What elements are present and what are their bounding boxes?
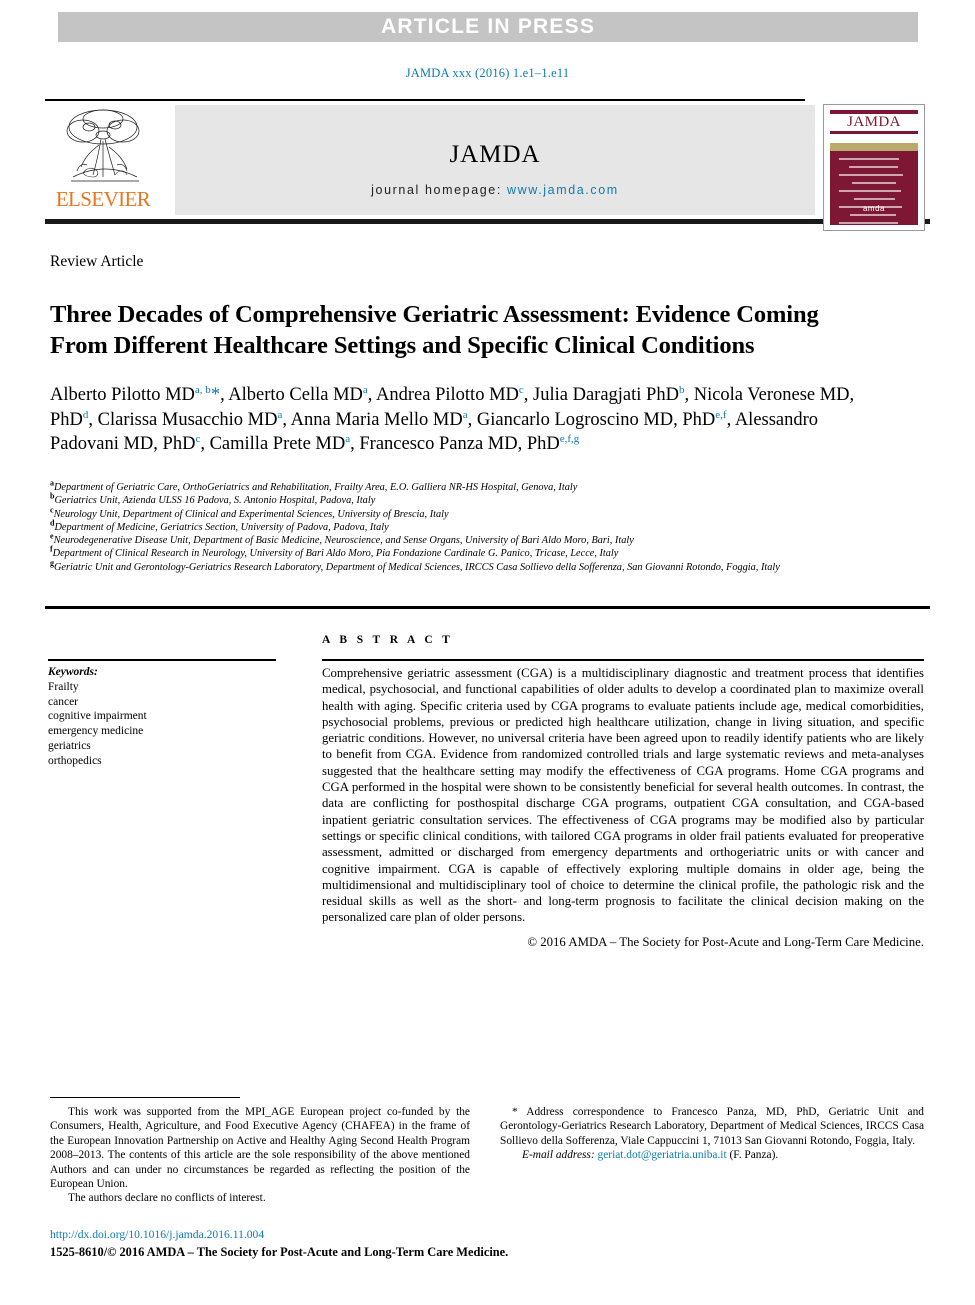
affiliation-text: Neurodegenerative Disease Unit, Departme… (53, 535, 634, 547)
affiliation-text: Neurology Unit, Department of Clinical a… (53, 508, 449, 520)
email-owner: (F. Panza). (729, 1149, 779, 1162)
keyword-item: emergency medicine (48, 725, 144, 738)
affiliation-text: Department of Clinical Research in Neuro… (52, 548, 619, 560)
affiliation-item: gGeriatric Unit and Gerontology-Geriatri… (50, 559, 850, 574)
keywords-block: Keywords: Frailty cancer cognitive impairm… (48, 665, 298, 769)
elsevier-tree-icon (66, 109, 140, 182)
email-note: E-mail address: geriat.dot@geriatria.uni… (500, 1148, 924, 1162)
journal-homepage-line: journal homepage: www.jamda.com (175, 183, 815, 197)
jamda-wordmark: JAMDA (449, 141, 541, 168)
abstract-copyright: © 2016 AMDA – The Society for Post-Acute… (527, 935, 924, 949)
keywords-heading: Keywords: (48, 666, 98, 678)
page-title: Three Decades of Comprehensive Geriatric… (50, 301, 819, 360)
footnote-right-column: * Address correspondence to Francesco Pa… (500, 1105, 924, 1163)
keyword-item: cognitive impairment (48, 710, 147, 723)
correspondence-note: * Address correspondence to Francesco Pa… (500, 1106, 924, 1147)
keyword-item: Frailty (48, 680, 79, 693)
affiliation-list: aDepartment of Geriatric Care, OrthoGeri… (50, 479, 850, 574)
cover-amda-logo: amda (862, 204, 885, 213)
issn-copyright-line: 1525-8610/© 2016 AMDA – The Society for … (50, 1245, 509, 1259)
funding-note: This work was supported from the MPI_AGE… (50, 1106, 470, 1191)
affiliation-item: dDepartment of Medicine, Geriatrics Sect… (50, 519, 850, 534)
affiliation-text: Department of Geriatric Care, OrthoGeria… (54, 482, 578, 493)
affiliation-item: aDepartment of Geriatric Care, OrthoGeri… (50, 479, 850, 494)
masthead-top-rule (45, 99, 805, 101)
article-type-label: Review Article (50, 253, 144, 270)
affiliation-item: eNeurodegenerative Disease Unit, Departm… (50, 532, 850, 547)
affiliation-item: cNeurology Unit, Department of Clinical … (50, 506, 850, 521)
footnote-left-column: This work was supported from the MPI_AGE… (50, 1105, 470, 1206)
homepage-label: journal homepage: (371, 183, 502, 197)
abstract-section-top-rule (45, 606, 930, 609)
keyword-item: geriatrics (48, 739, 91, 752)
abstract-rule (322, 659, 924, 661)
affiliation-text: Geriatrics Unit, Azienda ULSS 16 Padova,… (54, 495, 376, 507)
elsevier-wordmark: ELSEVIER (55, 187, 151, 211)
conflicts-note: The authors declare no conflicts of inte… (68, 1192, 266, 1205)
homepage-url-link[interactable]: www.jamda.com (507, 183, 619, 197)
running-citation: JAMDA xxx (2016) 1.e1–1.e11 (405, 66, 570, 80)
affiliation-item: fDepartment of Clinical Research in Neur… (50, 546, 850, 560)
masthead-bottom-rule (45, 219, 930, 224)
affiliation-item: bGeriatrics Unit, Azienda ULSS 16 Padova… (50, 492, 850, 507)
journal-cover-thumbnail: JAMDA amda (823, 104, 925, 231)
cover-title-text: JAMDA (830, 114, 918, 131)
affiliation-text: Department of Medicine, Geriatrics Secti… (54, 521, 389, 533)
cover-contents-lines (839, 158, 909, 230)
keyword-item: cancer (48, 695, 78, 708)
cover-inner-panel: JAMDA amda (830, 110, 918, 225)
elsevier-logo: ELSEVIER (47, 105, 159, 215)
doi-link[interactable]: http://dx.doi.org/10.1016/j.jamda.2016.1… (50, 1228, 264, 1241)
journal-masthead: ELSEVIER JAMDA journal homepage: www.jam… (45, 99, 930, 224)
cover-subtitle-band (830, 134, 918, 143)
abstract-heading: A B S T R A C T (322, 634, 454, 646)
article-in-press-banner: ARTICLE IN PRESS (58, 12, 918, 42)
keywords-items: Frailty cancer cognitive impairment emergen… (48, 680, 298, 769)
footnote-rule (50, 1097, 240, 1098)
email-address-label: E-mail address: (522, 1149, 595, 1162)
author-list: Alberto Pilotto MDa, b*, Alberto Cella M… (50, 383, 855, 454)
keyword-item: orthopedics (48, 754, 102, 767)
keywords-rule (48, 659, 276, 661)
affiliation-text: Geriatric Unit and Gerontology-Geriatric… (54, 561, 780, 573)
abstract-text: Comprehensive geriatric assessment (CGA)… (322, 666, 924, 925)
cover-gold-band (830, 143, 918, 151)
email-address-link[interactable]: geriat.dot@geriatria.uniba.it (598, 1149, 727, 1161)
journal-homepage-box: JAMDA journal homepage: www.jamda.com (175, 105, 815, 215)
